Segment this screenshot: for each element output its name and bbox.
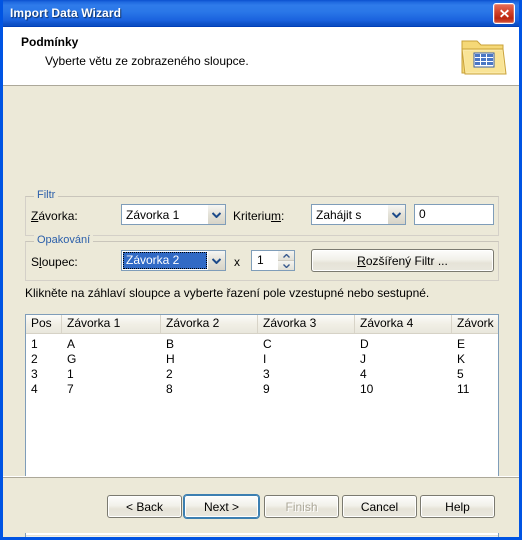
advanced-filter-button[interactable]: Rozšířený Filtr ... — [311, 249, 494, 272]
window-title: Import Data Wizard — [10, 6, 122, 20]
repeat-count-value: 1 — [257, 253, 264, 267]
table-cell: 2 — [166, 366, 173, 381]
back-button[interactable]: < Back — [107, 495, 182, 518]
table-row[interactable]: 2 G H I J K — [26, 351, 498, 366]
chevron-down-icon[interactable] — [207, 251, 225, 270]
column-header[interactable]: Závorka 3 — [258, 315, 355, 333]
table-cell: 1 — [67, 366, 74, 381]
horizontal-scrollbar[interactable] — [26, 535, 498, 537]
chevron-right-icon[interactable] — [481, 536, 498, 537]
folder-data-icon — [457, 31, 509, 81]
title-bar[interactable]: Import Data Wizard — [3, 0, 519, 27]
table-cell: C — [263, 336, 272, 351]
column-combo-value: Závorka 2 — [123, 252, 207, 269]
table-cell: 2 — [31, 351, 38, 366]
page-subtitle: Vyberte větu ze zobrazeného sloupce. — [45, 54, 249, 68]
column-header[interactable]: Závorka 4 — [355, 315, 452, 333]
table-cell: 5 — [457, 366, 464, 381]
table-row[interactable]: 3 1 2 3 4 5 — [26, 366, 498, 381]
table-header-row: Pos Závorka 1 Závorka 2 Závorka 3 Závorka 4Z… — [26, 315, 498, 334]
table-cell: G — [67, 351, 77, 366]
repeat-group-label: Opakování — [34, 234, 94, 246]
table-cell: 4 — [360, 366, 367, 381]
criterion-value-input[interactable]: 0 — [414, 204, 494, 225]
dialog-footer: < Back Next > Finish Cancel Help — [3, 476, 519, 533]
criterion-combo-value: Zahájit s — [316, 207, 362, 222]
table-row[interactable]: 1 A B C D E — [26, 336, 498, 351]
table-cell: 3 — [263, 366, 270, 381]
table-cell: H — [166, 351, 175, 366]
table-cell: E — [457, 336, 466, 351]
stepper-down-icon[interactable] — [278, 260, 294, 270]
bracket-combo[interactable]: Závorka 1 — [121, 204, 226, 225]
criterion-combo[interactable]: Zahájit s — [311, 204, 406, 225]
table-cell: J — [360, 351, 366, 366]
column-header[interactable]: Závorka 2 — [161, 315, 258, 333]
table-cell: 7 — [67, 381, 74, 396]
table-body: 1 A B C D E 2 G H I J K 3 1 2 3 4 5 4 7 8 9 10 11 — [26, 334, 498, 396]
stepper-up-icon[interactable] — [278, 251, 294, 260]
times-label: x — [234, 255, 240, 269]
table-cell: 4 — [31, 381, 38, 396]
table-cell: 3 — [31, 366, 38, 381]
bracket-label: Závorka: — [31, 209, 78, 223]
table-cell: B — [166, 336, 175, 351]
cancel-button[interactable]: Cancel — [342, 495, 417, 518]
next-button[interactable]: Next > — [184, 495, 259, 518]
table-cell: 8 — [166, 381, 173, 396]
stepper-buttons[interactable] — [277, 251, 294, 270]
chevron-down-icon[interactable] — [387, 205, 405, 224]
filter-group-label: Filtr — [34, 189, 59, 201]
table-cell: I — [263, 351, 267, 366]
chevron-down-icon[interactable] — [207, 205, 225, 224]
table-cell: A — [67, 336, 76, 351]
repeat-count-stepper[interactable]: 1 — [251, 250, 295, 271]
help-button[interactable]: Help — [420, 495, 495, 518]
bracket-combo-value: Závorka 1 — [126, 207, 180, 222]
table-row[interactable]: 4 7 8 9 10 11 — [26, 381, 498, 396]
table-cell: 1 — [31, 336, 38, 351]
table-cell: 9 — [263, 381, 270, 396]
chevron-left-icon[interactable] — [26, 536, 43, 537]
column-combo[interactable]: Závorka 2 — [121, 250, 226, 271]
advanced-filter-label: Rozšířený Filtr ... — [357, 253, 448, 268]
instruction-text: Klikněte na záhlaví sloupce a vyberte řa… — [25, 286, 430, 300]
scrollbar-track[interactable] — [43, 536, 481, 537]
footer-divider — [3, 477, 519, 478]
column-header[interactable]: Pos — [26, 315, 62, 333]
column-header[interactable]: Závork — [452, 315, 498, 333]
column-header[interactable]: Závorka 1 — [62, 315, 161, 333]
scrollbar-thumb[interactable] — [43, 536, 388, 537]
wizard-header: Podmínky Vyberte větu ze zobrazeného slo… — [3, 27, 519, 86]
criterion-label: Kriterium: — [233, 209, 285, 223]
table-cell: 10 — [360, 381, 374, 396]
table-cell: 11 — [457, 381, 470, 396]
close-icon[interactable] — [493, 3, 515, 24]
dialog-body: Filtr Závorka: Závorka 1 Kriterium: Zahá… — [3, 86, 519, 537]
finish-button: Finish — [264, 495, 339, 518]
table-cell: D — [360, 336, 369, 351]
import-data-wizard-dialog: Import Data Wizard Podmínky Vyberte větu… — [0, 0, 522, 540]
table-cell: K — [457, 351, 466, 366]
column-label: Sloupec: — [31, 255, 78, 269]
page-title: Podmínky — [21, 35, 79, 49]
